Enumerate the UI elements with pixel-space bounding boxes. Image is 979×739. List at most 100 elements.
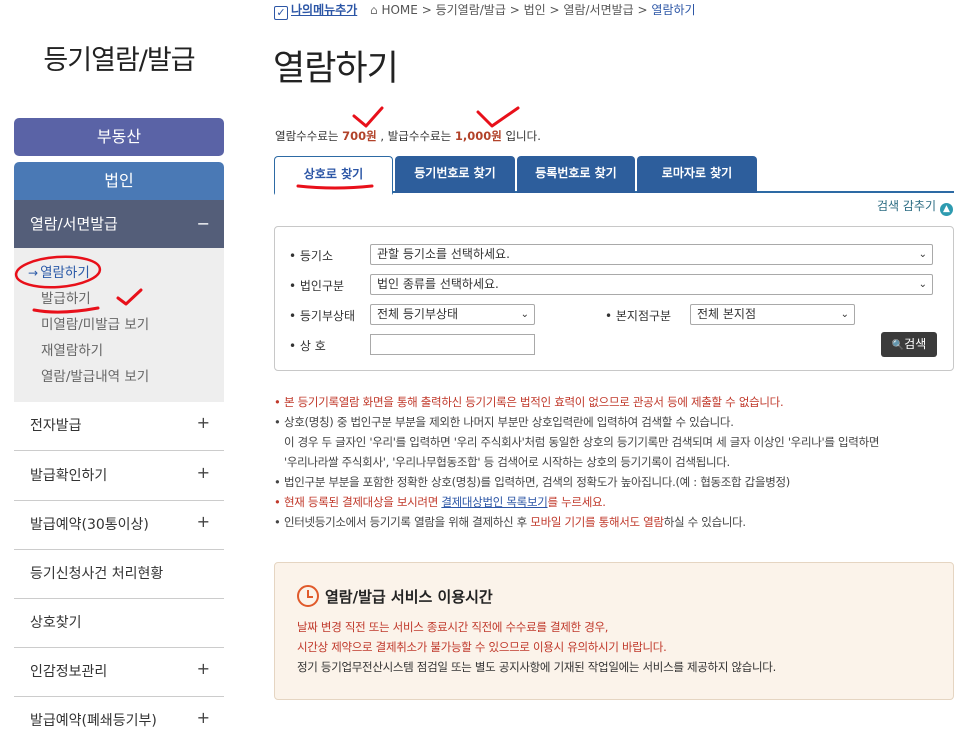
registry-status-label: • 등기부상태 [289,309,356,323]
submenu-item-view[interactable]: → 열람하기 [14,260,224,286]
plus-icon[interactable]: + [197,448,210,497]
notice-item: • 본 등기기록열람 화면을 통해 출력하신 등기기록은 법적인 효력이 없으므로… [274,392,964,412]
search-button[interactable]: 🔍검색 [881,332,937,357]
service-hours-title-text: 열람/발급 서비스 이용시간 [325,588,493,606]
check-icon: ✓ [274,6,288,20]
notice-item: • 상호(명칭) 중 법인구분 부분을 제외한 나머지 부분만 상호입력란에 입력… [274,412,964,432]
menu-item-e-issue[interactable]: 전자발급 + [14,402,224,451]
fee-text: 열람수수료는 [275,129,343,143]
breadcrumb-item[interactable]: 법인 [524,3,546,17]
service-hours-title: 열람/발급 서비스 이용시간 [297,585,493,607]
category-corp-button[interactable]: 법인 [14,162,224,200]
menu-item-label: 발급확인하기 [30,468,108,484]
tab-by-registry-number[interactable]: 등기번호로 찾기 [395,156,515,193]
company-name-label: • 상 호 [289,339,326,353]
submenu-item-unviewed[interactable]: 미열람/미발급 보기 [14,312,224,338]
chevron-up-icon: ▲ [940,203,953,216]
notice-item: • 법인구분 부분을 포함한 정확한 상호(명칭)를 입력하면, 검색의 정확도가… [274,472,964,492]
breadcrumb-item[interactable]: 등기열람/발급 [436,3,506,17]
company-name-input[interactable] [370,334,535,355]
alarm-clock-icon [297,585,319,607]
notice-highlight: 모바일 기기를 통해서도 열람 [530,515,664,529]
home-icon[interactable]: ⌂ [370,3,378,17]
bullet: • [274,395,281,409]
branch-type-value: 전체 본지점 [697,307,757,321]
menu-item-label: 등기신청사건 처리현황 [30,566,164,582]
sidebar-title: 등기열람/발급 [43,45,195,76]
bullet: • [274,475,281,489]
fee-text: , 발급수수료는 [376,129,455,143]
arrow-right-icon: → [28,266,39,280]
notice-text: 현재 등록된 결제대상을 보시려면 [284,495,442,509]
hide-search-label: 검색 감추기 [876,199,936,213]
menu-item-label: 인감정보관리 [30,664,108,680]
search-tabs: 상호로 찾기 등기번호로 찾기 등록번호로 찾기 로마자로 찾기 [274,156,954,195]
notice-item: • 인터넷등기소에서 등기기록 열람을 위해 결제하신 후 모바일 기기를 통해서… [274,512,964,532]
category-realestate-button[interactable]: 부동산 [14,118,224,156]
page-title: 열람하기 [273,49,399,89]
fee-info: 열람수수료는 700원 , 발급수수료는 1,000원 입니다. [275,128,541,144]
menu-item-issue-reservation[interactable]: 발급예약(30통이상) + [14,501,224,550]
breadcrumb: ⌂ HOME > 등기열람/발급 > 법인 > 열람/서면발급 > 열람하기 [370,1,696,18]
fee-text: 입니다. [501,129,541,143]
notice-list: • 본 등기기록열람 화면을 통해 출력하신 등기기록은 법적인 효력이 없으므로… [274,392,964,532]
submenu-header-view-issue[interactable]: 열람/서면발급 − [14,200,224,248]
annotation-check [352,106,384,128]
menu-item-closed-reservation[interactable]: 발급예약(폐쇄등기부) + [14,697,224,739]
plus-icon[interactable]: + [197,693,210,739]
tab-by-name[interactable]: 상호로 찾기 [274,156,393,195]
registry-status-value: 전체 등기부상태 [377,307,459,321]
view-fee: 700원 [342,129,377,143]
submenu-item-history[interactable]: 열람/발급내역 보기 [14,364,224,390]
submenu-item-label: 열람하기 [40,265,90,281]
breadcrumb-separator: > [549,3,560,17]
notice-item-continued: 이 경우 두 글자인 '우리'를 입력하면 '우리 주식회사'처럼 동일한 상호… [284,435,880,449]
menu-item-issue-check[interactable]: 발급확인하기 + [14,452,224,501]
notice-text: 를 누르세요. [547,495,606,509]
add-my-menu-link[interactable]: ✓ 나의메뉴추가 [274,1,357,20]
notice-text: 하실 수 있습니다. [663,515,746,529]
corp-type-select[interactable]: 법인 종류를 선택하세요. ⌄ [370,274,933,295]
corp-type-label: • 법인구분 [289,279,345,293]
payment-target-list-link[interactable]: 결제대상법인 목록보기 [441,495,547,509]
registry-status-select[interactable]: 전체 등기부상태 ⌄ [370,304,535,325]
service-note: 정기 등기업무전산시스템 점검일 또는 별도 공지사항에 기재된 작업일에는 서… [297,660,776,674]
chevron-down-icon: ⌄ [520,309,529,320]
notice-item-continued: '우리나라쌀 주식회사', '우리나무협동조합' 등 검색어로 시작하는 상호의… [284,455,730,469]
service-hours-box: 열람/발급 서비스 이용시간 날짜 변경 직전 또는 서비스 종료시간 직전에 … [274,562,954,700]
bullet: • [274,515,281,529]
menu-item-case-status[interactable]: 등기신청사건 처리현황 [14,550,224,599]
bullet: • [274,495,281,509]
bullet: • [274,415,281,429]
notice-text: 상호(명칭) 중 법인구분 부분을 제외한 나머지 부분만 상호입력란에 입력하… [284,415,734,429]
submenu-item-review[interactable]: 재열람하기 [14,338,224,364]
corp-type-value: 법인 종류를 선택하세요. [377,277,499,291]
search-icon: 🔍 [891,340,905,351]
branch-type-select[interactable]: 전체 본지점 ⌄ [690,304,855,325]
submenu-list: → 열람하기 발급하기 미열람/미발급 보기 재열람하기 열람/발급내역 보기 [14,248,224,402]
breadcrumb-current: 열람하기 [651,3,696,17]
plus-icon[interactable]: + [197,644,210,693]
tab-by-registration-number[interactable]: 등록번호로 찾기 [517,156,635,193]
chevron-down-icon: ⌄ [840,309,849,320]
menu-item-label: 전자발급 [30,418,82,434]
menu-item-label: 발급예약(폐쇄등기부) [30,713,157,729]
chevron-down-icon: ⌄ [918,279,927,290]
registry-office-label: • 등기소 [289,249,334,263]
plus-icon[interactable]: + [197,497,210,546]
tab-by-roman[interactable]: 로마자로 찾기 [637,156,757,193]
menu-item-name-search[interactable]: 상호찾기 [14,599,224,648]
collapse-icon[interactable]: − [197,200,210,248]
registry-office-select[interactable]: 관할 등기소를 선택하세요. ⌄ [370,244,933,265]
menu-item-seal-info[interactable]: 인감정보관리 + [14,648,224,697]
breadcrumb-item[interactable]: HOME [381,3,417,17]
plus-icon[interactable]: + [197,398,210,447]
breadcrumb-item[interactable]: 열람/서면발급 [563,3,633,17]
hide-search-toggle[interactable]: 검색 감추기 ▲ [877,197,953,216]
submenu-item-issue[interactable]: 발급하기 [14,286,224,312]
notice-item: • 현재 등록된 결제대상을 보시려면 결제대상법인 목록보기를 누르세요. [274,492,964,512]
breadcrumb-separator: > [637,3,648,17]
search-form: • 등기소 관할 등기소를 선택하세요. ⌄ • 법인구분 법인 종류를 선택하세… [274,226,954,371]
annotation-check [476,106,520,128]
service-note: 날짜 변경 직전 또는 서비스 종료시간 직전에 수수료를 결제한 경우, [297,620,609,634]
